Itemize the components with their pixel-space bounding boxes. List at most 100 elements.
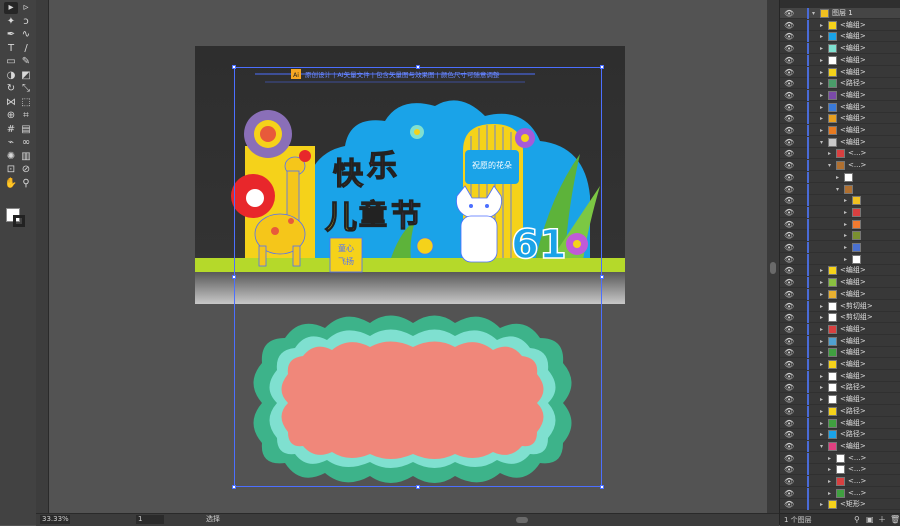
- visibility-eye-icon[interactable]: 👁: [784, 454, 794, 463]
- expand-arrow-icon[interactable]: ▸: [820, 266, 823, 275]
- visibility-eye-icon[interactable]: 👁: [784, 21, 794, 30]
- layer-row[interactable]: 👁 ▸ <编组>: [780, 347, 900, 359]
- layer-name[interactable]: <编组>: [840, 360, 866, 369]
- visibility-eye-icon[interactable]: 👁: [784, 266, 794, 275]
- layer-name[interactable]: 图层 1: [832, 9, 853, 18]
- visibility-eye-icon[interactable]: 👁: [784, 79, 794, 88]
- visibility-eye-icon[interactable]: 👁: [784, 196, 794, 205]
- layer-row[interactable]: 👁 ▸ <编组>: [780, 417, 900, 429]
- layer-name[interactable]: <编组>: [840, 419, 866, 428]
- visibility-eye-icon[interactable]: 👁: [784, 231, 794, 240]
- visibility-eye-icon[interactable]: 👁: [784, 313, 794, 322]
- scalloped-frame[interactable]: [245, 308, 580, 488]
- expand-arrow-icon[interactable]: ▸: [844, 231, 847, 240]
- layer-name[interactable]: <编组>: [840, 348, 866, 357]
- layer-row[interactable]: 👁 ▸: [780, 195, 900, 207]
- horizontal-scroll-thumb[interactable]: [516, 517, 528, 523]
- layer-row[interactable]: 👁 ▾ <...>: [780, 160, 900, 172]
- layer-name[interactable]: <编组>: [840, 44, 866, 53]
- expand-arrow-icon[interactable]: ▸: [844, 208, 847, 217]
- visibility-eye-icon[interactable]: 👁: [784, 114, 794, 123]
- layer-name[interactable]: <...>: [848, 477, 866, 486]
- expand-arrow-icon[interactable]: ▸: [820, 79, 823, 88]
- expand-arrow-icon[interactable]: ▸: [820, 302, 823, 311]
- visibility-eye-icon[interactable]: 👁: [784, 255, 794, 264]
- expand-arrow-icon[interactable]: ▸: [820, 278, 823, 287]
- visibility-eye-icon[interactable]: 👁: [784, 407, 794, 416]
- scale-tool[interactable]: ⤡: [19, 83, 33, 95]
- collapse-arrow-icon[interactable]: ▾: [828, 161, 831, 170]
- selection-tool[interactable]: ▸: [4, 2, 18, 14]
- expand-arrow-icon[interactable]: ▸: [836, 173, 839, 182]
- layer-name[interactable]: <编组>: [840, 32, 866, 41]
- vertical-scroll-thumb[interactable]: [770, 262, 776, 274]
- layer-row[interactable]: 👁 ▸ <编组>: [780, 323, 900, 335]
- layer-row[interactable]: 👁 ▸ <编组>: [780, 89, 900, 101]
- layer-row[interactable]: 👁 ▸: [780, 242, 900, 253]
- layer-row[interactable]: 👁 ▸ <编组>: [780, 43, 900, 55]
- layer-name[interactable]: <...>: [848, 149, 866, 158]
- visibility-eye-icon[interactable]: 👁: [784, 348, 794, 357]
- pen-tool[interactable]: ✒: [4, 29, 18, 41]
- visibility-eye-icon[interactable]: 👁: [784, 278, 794, 287]
- expand-arrow-icon[interactable]: ▸: [820, 372, 823, 381]
- visibility-eye-icon[interactable]: 👁: [784, 290, 794, 299]
- layer-row[interactable]: 👁 ▸ <编组>: [780, 113, 900, 125]
- expand-arrow-icon[interactable]: ▸: [820, 500, 823, 509]
- expand-arrow-icon[interactable]: ▸: [820, 56, 823, 65]
- expand-arrow-icon[interactable]: ▸: [820, 430, 823, 439]
- expand-arrow-icon[interactable]: ▸: [844, 220, 847, 229]
- layer-name[interactable]: <编组>: [840, 126, 866, 135]
- expand-arrow-icon[interactable]: ▸: [828, 489, 831, 498]
- visibility-eye-icon[interactable]: 👁: [784, 56, 794, 65]
- paintbrush-tool[interactable]: ✎: [19, 56, 33, 68]
- expand-arrow-icon[interactable]: ▸: [820, 68, 823, 77]
- layer-row[interactable]: 👁 ▸: [780, 230, 900, 242]
- expand-arrow-icon[interactable]: ▸: [820, 383, 823, 392]
- delete-layer-icon[interactable]: 🗑: [890, 514, 900, 526]
- free-transform-tool[interactable]: ⬚: [19, 97, 33, 109]
- expand-arrow-icon[interactable]: ▸: [820, 419, 823, 428]
- visibility-eye-icon[interactable]: 👁: [784, 91, 794, 100]
- expand-arrow-icon[interactable]: ▸: [820, 407, 823, 416]
- direct-selection-tool[interactable]: ▹: [19, 2, 33, 14]
- expand-arrow-icon[interactable]: ▸: [820, 32, 823, 41]
- layer-row[interactable]: 👁 ▸ <编组>: [780, 19, 900, 31]
- layer-row[interactable]: 👁 ▸ <剪切组>: [780, 312, 900, 324]
- layer-row[interactable]: 👁 ▾ 图层 1: [780, 8, 900, 19]
- symbol-sprayer-tool[interactable]: ✺: [4, 151, 18, 163]
- layer-name[interactable]: <编组>: [840, 103, 866, 112]
- layer-row[interactable]: 👁 ▸ <编组>: [780, 125, 900, 136]
- expand-arrow-icon[interactable]: ▸: [820, 313, 823, 322]
- expand-arrow-icon[interactable]: ▸: [844, 243, 847, 252]
- artboard[interactable]: Ai 原创设计 | AI矢量文件 | 包含矢量图与效果图 | 颜色尺寸可随意调整: [195, 46, 625, 304]
- collapse-arrow-icon[interactable]: ▾: [836, 185, 839, 194]
- layer-name[interactable]: <编组>: [840, 114, 866, 123]
- expand-arrow-icon[interactable]: ▸: [828, 454, 831, 463]
- stroke-swatch[interactable]: [13, 215, 25, 227]
- layer-row[interactable]: 👁 ▸: [780, 206, 900, 218]
- collapse-arrow-icon[interactable]: ▾: [820, 442, 823, 451]
- layer-name[interactable]: <编组>: [840, 266, 866, 275]
- visibility-eye-icon[interactable]: 👁: [784, 442, 794, 451]
- layer-row[interactable]: 👁 ▸ <编组>: [780, 394, 900, 406]
- visibility-eye-icon[interactable]: 👁: [784, 185, 794, 194]
- layer-name[interactable]: <编组>: [840, 278, 866, 287]
- layer-name[interactable]: <路径>: [840, 79, 866, 88]
- visibility-eye-icon[interactable]: 👁: [784, 477, 794, 486]
- expand-arrow-icon[interactable]: ▸: [820, 348, 823, 357]
- layer-row[interactable]: 👁 ▸ <路径>: [780, 405, 900, 417]
- layer-row[interactable]: 👁 ▸ <剪切组>: [780, 300, 900, 312]
- layer-name[interactable]: <...>: [848, 489, 866, 498]
- visibility-eye-icon[interactable]: 👁: [784, 243, 794, 252]
- shape-builder-tool[interactable]: ⊕: [4, 110, 18, 122]
- expand-arrow-icon[interactable]: ▸: [820, 337, 823, 346]
- expand-arrow-icon[interactable]: ▸: [820, 91, 823, 100]
- width-tool[interactable]: ⋈: [4, 97, 18, 109]
- expand-arrow-icon[interactable]: ▸: [820, 325, 823, 334]
- layer-name[interactable]: <编组>: [840, 290, 866, 299]
- visibility-eye-icon[interactable]: 👁: [784, 161, 794, 170]
- visibility-eye-icon[interactable]: 👁: [784, 489, 794, 498]
- layer-name[interactable]: <编组>: [840, 21, 866, 30]
- visibility-eye-icon[interactable]: 👁: [784, 430, 794, 439]
